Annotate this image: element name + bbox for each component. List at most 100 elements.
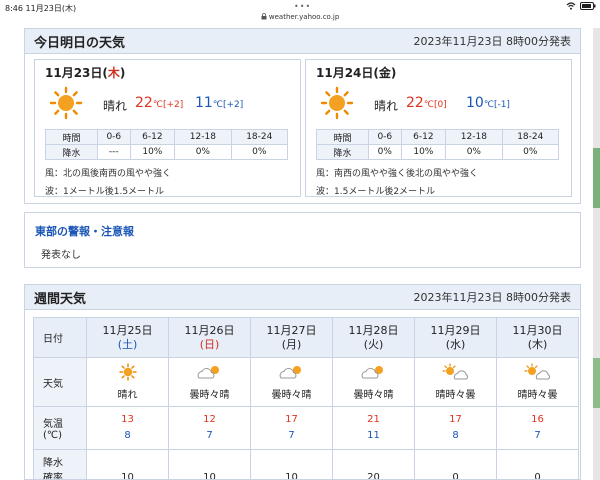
table-cell: 0% xyxy=(174,144,232,160)
table-cell: 0% xyxy=(445,144,503,160)
table-cell: 11月28日 (火) xyxy=(332,317,415,358)
weather-label: 晴時々曇 xyxy=(435,390,476,401)
row-label-date: 日付 xyxy=(33,317,87,358)
cloud-sun-icon xyxy=(279,366,301,379)
url-text: weather.yahoo.co.jp xyxy=(268,13,340,21)
low-temp: 11 xyxy=(367,430,380,441)
high-temp: 17 xyxy=(449,414,462,425)
table-cell: 6-12 xyxy=(400,129,447,145)
table-cell: 11月29日 (水) xyxy=(414,317,497,358)
url-bar[interactable]: weather.yahoo.co.jp xyxy=(0,13,600,21)
high-temp: 22℃[0] xyxy=(406,95,447,111)
weather-label: 曇時々晴 xyxy=(271,390,312,401)
wifi-icon xyxy=(566,2,576,10)
panel-title: 今日明日の天気 xyxy=(34,35,126,51)
high-temp: 22℃[+2] xyxy=(135,95,184,111)
table-cell: 降水 xyxy=(45,144,98,160)
low-temp: 8 xyxy=(452,430,459,441)
table-cell: 10 xyxy=(250,449,333,480)
rain-value: 10 xyxy=(121,472,134,480)
rain-value: 20 xyxy=(367,472,380,480)
weather-label: 曇時々晴 xyxy=(189,390,230,401)
table-cell: 17 8 xyxy=(414,406,497,450)
table-cell: 21 11 xyxy=(332,406,415,450)
warnings-panel: 東部の警報・注意報 発表なし xyxy=(24,212,581,268)
high-temp: 21 xyxy=(367,414,380,425)
low-temp: 7 xyxy=(206,430,213,441)
condition-text: 晴れ xyxy=(374,99,399,113)
weather-label: 曇時々晴 xyxy=(353,390,394,401)
table-cell: 11月27日 (月) xyxy=(250,317,333,358)
wave-text: 波：1.5メートル後2メートル xyxy=(316,187,436,197)
panel-title: 週間天気 xyxy=(34,291,87,307)
rain-probability-table: 時間 0-6 6-12 12-18 18-24 降水 0% 10% 0% 0% xyxy=(316,129,560,160)
wind-text: 風：南西の風やや強く後北の風やや強く xyxy=(316,169,479,179)
high-temp: 12 xyxy=(203,414,216,425)
forecast-card-today: 11月23日(木) 晴れ 22℃[+2] 11℃[+2] 時間 0-6 6-12 xyxy=(34,59,301,197)
table-cell: 降水 xyxy=(316,144,369,160)
table-cell: 16 7 xyxy=(496,406,579,450)
table-cell: 17 7 xyxy=(250,406,333,450)
table-cell: 0-6 xyxy=(97,129,131,145)
forecast-date: 11月23日(木) xyxy=(45,66,126,80)
rain-value: 10 xyxy=(285,472,298,480)
weekly-header: 週間天気 2023年11月23日 8時00分発表 xyxy=(25,285,580,310)
table-cell: 11月26日 (日) xyxy=(168,317,251,358)
sun-cloud-icon xyxy=(523,363,550,380)
table-cell: 13 8 xyxy=(86,406,169,450)
wind-text: 風：北の風後南西の風やや強く xyxy=(45,169,172,179)
low-temp: 10℃[-1] xyxy=(466,95,510,111)
forecast-date: 11月24日(金) xyxy=(316,66,397,80)
table-cell: 0-6 xyxy=(368,129,402,145)
table-cell: 時間 xyxy=(316,129,369,145)
forecast-card-tomorrow: 11月24日(金) 晴れ 22℃[0] 10℃[-1] 時間 0-6 6-12 … xyxy=(305,59,572,197)
rain-value: 0 xyxy=(534,472,541,480)
table-cell: 12-18 xyxy=(445,129,503,145)
rain-header-row: 時間 0-6 6-12 12-18 18-24 xyxy=(316,129,560,145)
weekly-table: 日付 11月25日 (土) 11月26日 (日) 11月27日 (月) 11月28日(… xyxy=(33,317,579,480)
table-cell: 12-18 xyxy=(174,129,232,145)
warnings-body: 発表なし xyxy=(41,250,81,261)
issued-time: 2023年11月23日 8時00分発表 xyxy=(413,35,571,48)
low-temp: 8 xyxy=(124,430,131,441)
table-cell: 10% xyxy=(129,144,176,160)
rain-value: 10 xyxy=(203,472,216,480)
today-tomorrow-header: 今日明日の天気 2023年11月23日 8時00分発表 xyxy=(25,29,580,54)
table-cell: 6-12 xyxy=(129,129,176,145)
wave-text: 波：1メートル後1.5メートル xyxy=(45,187,165,197)
table-cell: 18-24 xyxy=(230,129,289,145)
table-cell: 0% xyxy=(368,144,402,160)
table-cell: 10 xyxy=(168,449,251,480)
table-cell: 0% xyxy=(501,144,560,160)
low-temp: 7 xyxy=(534,430,541,441)
table-cell: 晴れ xyxy=(86,357,169,407)
table-cell: 曇時々晴 xyxy=(168,357,251,407)
today-tomorrow-panel: 今日明日の天気 2023年11月23日 8時00分発表 11月23日(木) 晴れ… xyxy=(24,28,581,204)
sun-icon xyxy=(118,363,137,381)
status-bar: 8:46 11月23日(木) ••• weather.yahoo.co.jp xyxy=(0,0,600,28)
cloud-sun-icon xyxy=(361,366,383,379)
rain-row: 降水 確率 10 10 10 20 0 0 xyxy=(33,449,579,480)
issued-time: 2023年11月23日 8時00分発表 xyxy=(413,291,571,304)
cloud-sun-icon xyxy=(197,366,219,379)
row-label-weather: 天気 xyxy=(33,357,87,407)
tab-dots-indicator[interactable]: ••• xyxy=(294,2,311,11)
lock-icon xyxy=(261,13,267,20)
table-cell: 11月25日 (土) xyxy=(86,317,169,358)
table-cell: 11月30日 (木) xyxy=(496,317,579,358)
rain-value-row: 降水 --- 10% 0% 0% xyxy=(45,144,289,160)
table-cell: 晴時々曇 xyxy=(414,357,497,407)
weather-label: 晴れ xyxy=(117,390,138,401)
warnings-link[interactable]: 東部の警報・注意報 xyxy=(35,223,134,239)
low-temp: 7 xyxy=(288,430,295,441)
condition-text: 晴れ xyxy=(103,99,128,113)
rain-header-row: 時間 0-6 6-12 12-18 18-24 xyxy=(45,129,289,145)
table-cell: 20 xyxy=(332,449,415,480)
table-cell: 曇時々晴 xyxy=(332,357,415,407)
table-cell: 時間 xyxy=(45,129,98,145)
table-cell: 18-24 xyxy=(501,129,560,145)
table-cell: 晴時々曇 xyxy=(496,357,579,407)
high-temp: 17 xyxy=(285,414,298,425)
table-cell: 12 7 xyxy=(168,406,251,450)
row-label-temperature: 気温 (℃) xyxy=(33,406,87,450)
